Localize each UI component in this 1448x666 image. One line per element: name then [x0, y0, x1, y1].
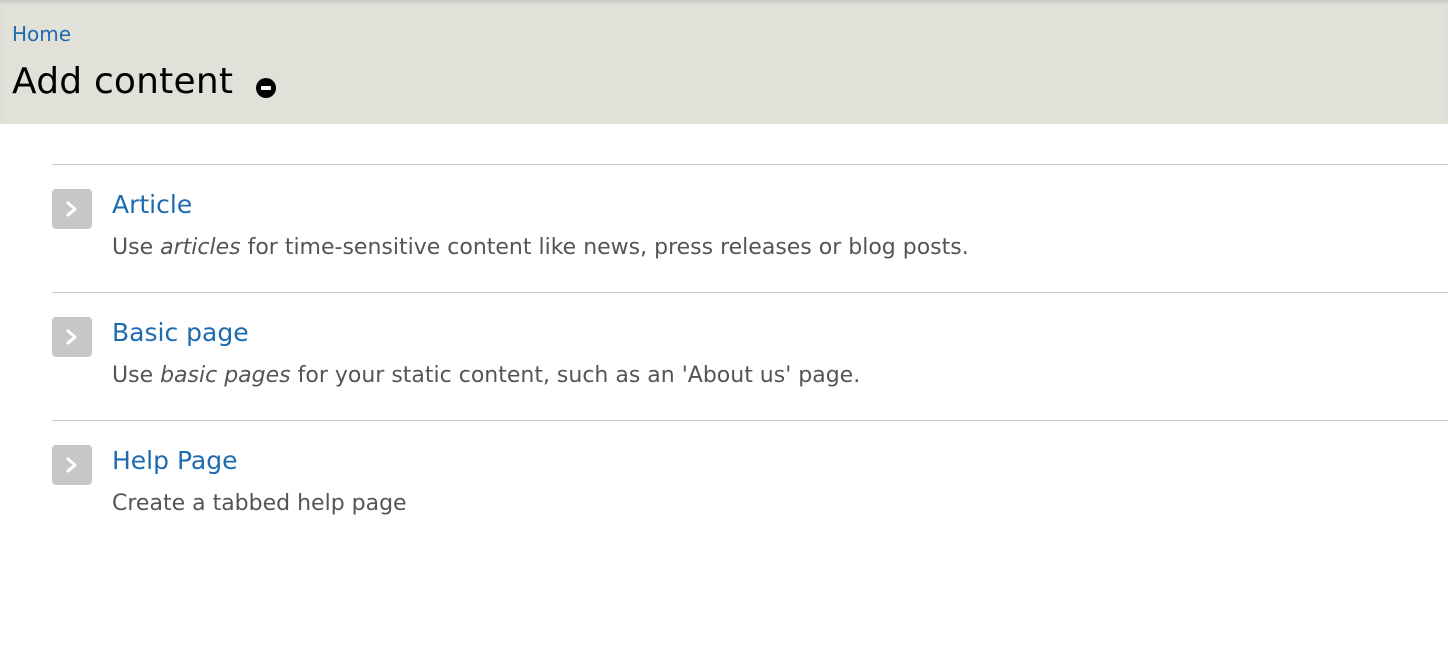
chevron-right-icon[interactable] [52, 189, 92, 229]
chevron-right-icon[interactable] [52, 317, 92, 357]
article-description: Use articles for time-sensitive content … [112, 235, 969, 260]
content-type-list: Article Use articles for time-sensitive … [52, 164, 1448, 548]
list-item-help-page: Help Page Create a tabbed help page [52, 420, 1448, 548]
list-item-article: Article Use articles for time-sensitive … [52, 164, 1448, 292]
help-page-link[interactable]: Help Page [112, 445, 237, 477]
page-header: Home Add content [0, 0, 1448, 124]
chevron-right-icon[interactable] [52, 445, 92, 485]
page-title: Add content [12, 61, 234, 102]
remove-shortcut-icon[interactable] [256, 78, 276, 98]
basic-page-description: Use basic pages for your static content,… [112, 363, 861, 388]
breadcrumb-home-link[interactable]: Home [12, 21, 71, 47]
basic-page-link[interactable]: Basic page [112, 317, 249, 349]
help-page-description: Create a tabbed help page [112, 491, 407, 516]
article-link[interactable]: Article [112, 189, 192, 221]
list-item-basic-page: Basic page Use basic pages for your stat… [52, 292, 1448, 420]
